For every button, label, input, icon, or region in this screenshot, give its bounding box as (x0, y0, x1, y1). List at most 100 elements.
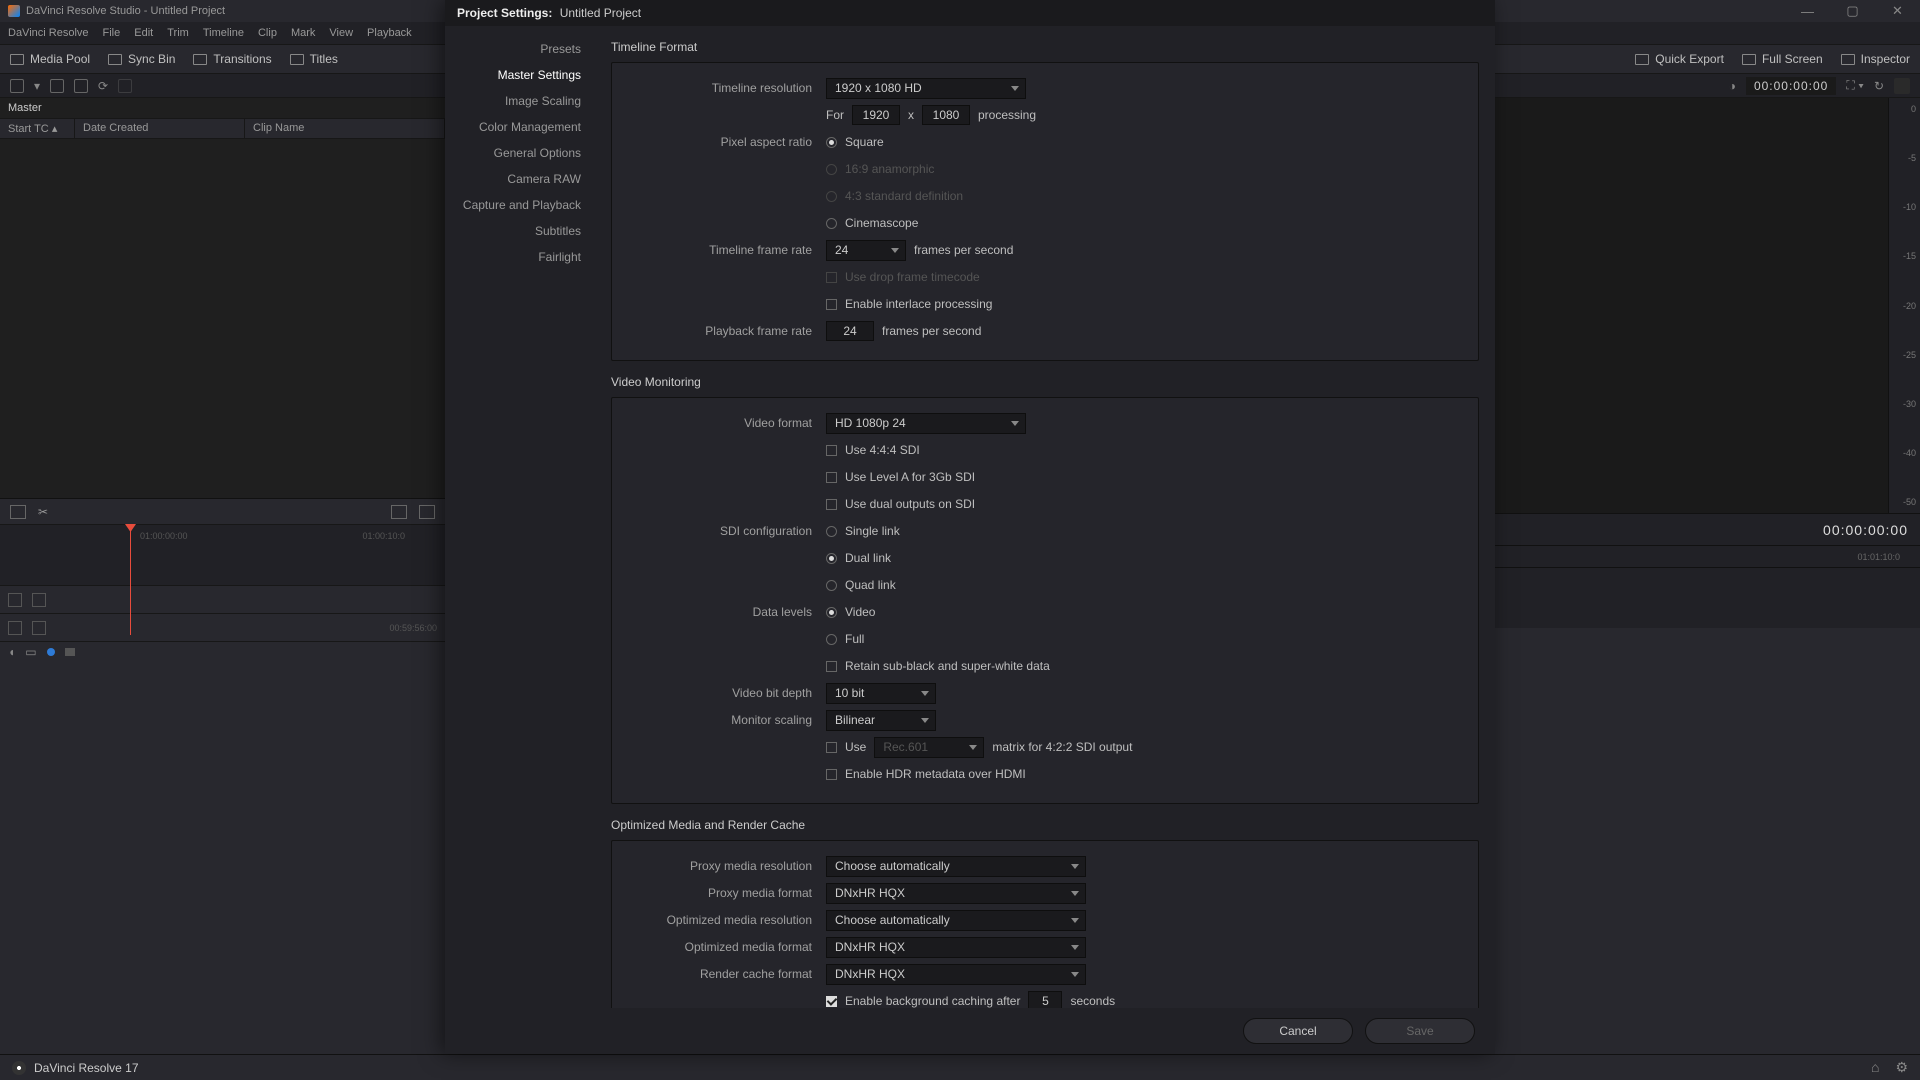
menu-item[interactable]: Clip (258, 27, 277, 39)
check-hdr-hdmi[interactable] (826, 769, 837, 780)
label-fps: frames per second (882, 324, 981, 338)
marker-icon[interactable]: ▭ (25, 645, 36, 659)
nav-camera-raw[interactable]: Camera RAW (445, 166, 595, 192)
nav-fairlight[interactable]: Fairlight (445, 244, 595, 270)
radio-sdi-single[interactable] (826, 526, 837, 537)
speaker-icon[interactable] (1894, 78, 1910, 94)
nav-presets[interactable]: Presets (445, 36, 595, 62)
menu-item[interactable]: Timeline (203, 27, 244, 39)
toolbar-transitions[interactable]: Transitions (193, 52, 271, 66)
select-optimized-media-resolution[interactable]: Choose automatically (826, 910, 1086, 931)
input-bg-cache-seconds[interactable]: 5 (1028, 991, 1062, 1008)
import-icon[interactable] (50, 79, 64, 93)
chevron-down-icon (1071, 972, 1079, 977)
menu-item[interactable]: Trim (167, 27, 189, 39)
options-icon[interactable]: ⛶ ▾ (1846, 78, 1864, 93)
grid-icon[interactable] (391, 505, 407, 519)
nav-color-management[interactable]: Color Management (445, 114, 595, 140)
menu-item[interactable]: DaVinci Resolve (8, 27, 89, 39)
menu-item[interactable]: Edit (134, 27, 153, 39)
col-date-created[interactable]: Date Created (75, 119, 245, 138)
select-render-cache-format[interactable]: DNxHR HQX (826, 964, 1086, 985)
select-proxy-media-format[interactable]: DNxHR HQX (826, 883, 1086, 904)
cancel-button[interactable]: Cancel (1243, 1018, 1353, 1044)
playhead[interactable] (130, 525, 131, 635)
window-controls: — ▢ ✕ (1785, 0, 1920, 22)
flag-icon[interactable]: ◖ (8, 645, 15, 659)
tool-a-icon[interactable] (8, 593, 22, 607)
scissors-icon[interactable]: ✂ (38, 505, 48, 519)
input-width[interactable]: 1920 (852, 105, 900, 125)
nav-master-settings[interactable]: Master Settings (445, 62, 595, 88)
audio-meter: 0-5-10-15-20-25-30-40-50 (1888, 98, 1920, 513)
refresh-icon[interactable]: ⟳ (98, 79, 108, 93)
toolbar-quick-export[interactable]: Quick Export (1635, 52, 1724, 66)
tool-d-icon[interactable] (32, 621, 46, 635)
check-interlace[interactable] (826, 299, 837, 310)
radio-data-video[interactable] (826, 607, 837, 618)
marker-grey-icon[interactable] (65, 648, 75, 656)
input-height[interactable]: 1080 (922, 105, 970, 125)
nav-general-options[interactable]: General Options (445, 140, 595, 166)
check-use-matrix[interactable] (826, 742, 837, 753)
radio-par-cinemascope[interactable] (826, 218, 837, 229)
list-icon[interactable] (419, 505, 435, 519)
maximize-button[interactable]: ▢ (1830, 0, 1875, 22)
menu-item[interactable]: Playback (367, 27, 412, 39)
save-button[interactable]: Save (1365, 1018, 1475, 1044)
select-monitor-scaling[interactable]: Bilinear (826, 710, 936, 731)
check-background-caching[interactable] (826, 996, 837, 1007)
toolbar-inspector[interactable]: Inspector (1841, 52, 1910, 66)
close-button[interactable]: ✕ (1875, 0, 1920, 22)
tool-c-icon[interactable] (8, 621, 22, 635)
radio-sdi-quad[interactable] (826, 580, 837, 591)
toolbar-full-screen[interactable]: Full Screen (1742, 52, 1823, 66)
select-video-format[interactable]: HD 1080p 24 (826, 413, 1026, 434)
label-proxy-media-format: Proxy media format (626, 886, 826, 900)
loop-icon[interactable]: ↻ (1874, 79, 1884, 93)
bypass-icon[interactable]: ◑ (1729, 79, 1736, 93)
link-icon[interactable] (118, 79, 132, 93)
select-proxy-media-resolution[interactable]: Choose automatically (826, 856, 1086, 877)
bin-master-label[interactable]: Master (0, 98, 445, 118)
settings-content[interactable]: Timeline Format Timeline resolution 1920… (595, 26, 1495, 1008)
col-clip-name[interactable]: Clip Name (245, 119, 445, 138)
toolbar-media-pool[interactable]: Media Pool (10, 52, 90, 66)
timecode-display[interactable]: 00:00:00:00 (1746, 77, 1836, 95)
minimize-button[interactable]: — (1785, 0, 1830, 22)
check-dual-outputs[interactable] (826, 499, 837, 510)
check-retain-subblack[interactable] (826, 661, 837, 672)
chevron-down-icon (1071, 918, 1079, 923)
viewer-timecode[interactable]: 00:00:00:00 (1823, 522, 1908, 538)
radio-sdi-dual[interactable] (826, 553, 837, 564)
input-playback-frame-rate[interactable]: 24 (826, 321, 874, 341)
gear-icon[interactable]: ⚙ (1895, 1059, 1908, 1076)
nav-image-scaling[interactable]: Image Scaling (445, 88, 595, 114)
folder-icon[interactable] (74, 79, 88, 93)
toolbar-titles[interactable]: Titles (290, 52, 338, 66)
menu-item[interactable]: File (103, 27, 121, 39)
select-timeline-frame-rate[interactable]: 24 (826, 240, 906, 261)
select-video-bit-depth[interactable]: 10 bit (826, 683, 936, 704)
chevron-down-icon[interactable]: ▾ (34, 79, 40, 93)
nav-capture-playback[interactable]: Capture and Playback (445, 192, 595, 218)
nav-subtitles[interactable]: Subtitles (445, 218, 595, 244)
source-timeline[interactable]: 01:00:00:00 01:00:10:0 (0, 525, 445, 585)
view-mode-icon[interactable] (10, 79, 24, 93)
radio-data-full[interactable] (826, 634, 837, 645)
select-timeline-resolution[interactable]: 1920 x 1080 HD (826, 78, 1026, 99)
chevron-down-icon (1071, 891, 1079, 896)
menu-item[interactable]: View (329, 27, 353, 39)
check-level-a[interactable] (826, 472, 837, 483)
check-use-444-sdi[interactable] (826, 445, 837, 456)
marker-blue-icon[interactable] (47, 648, 55, 656)
menu-item[interactable]: Mark (291, 27, 315, 39)
toolbar-sync-bin[interactable]: Sync Bin (108, 52, 175, 66)
label-sdi-configuration: SDI configuration (626, 524, 826, 538)
radio-par-square[interactable] (826, 137, 837, 148)
timeline-view-icon[interactable] (10, 505, 26, 519)
home-icon[interactable]: ⌂ (1871, 1059, 1879, 1076)
select-optimized-media-format[interactable]: DNxHR HQX (826, 937, 1086, 958)
tool-b-icon[interactable] (32, 593, 46, 607)
col-start-tc[interactable]: Start TC ▴ (0, 119, 75, 138)
